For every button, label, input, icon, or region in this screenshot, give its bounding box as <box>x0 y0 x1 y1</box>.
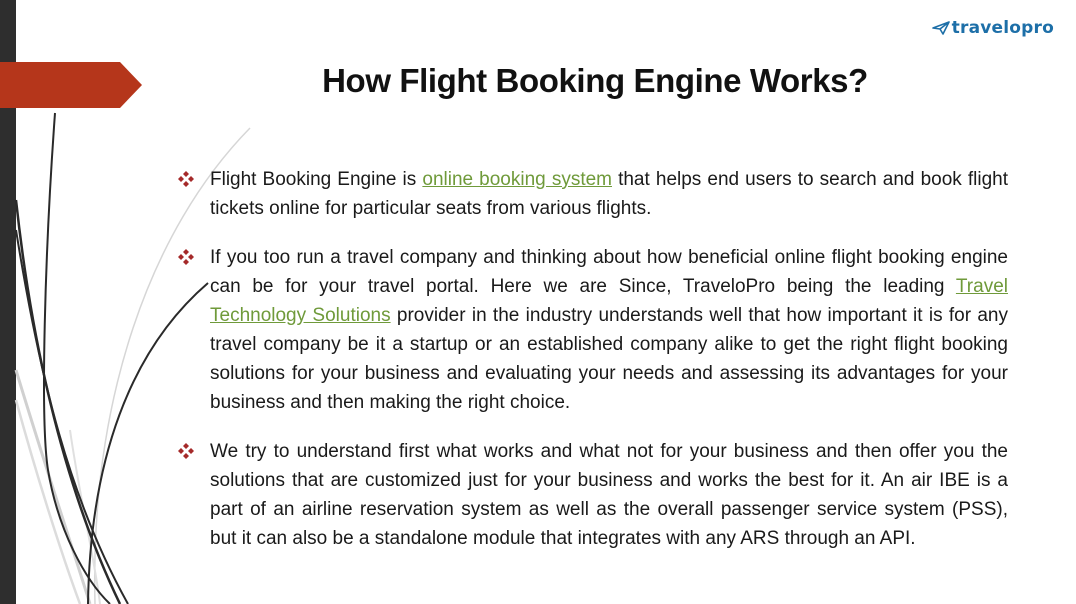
online-booking-system-link[interactable]: online booking system <box>422 169 612 190</box>
bullet-item-3: We try to understand first what works an… <box>178 437 1008 553</box>
diamond-bullet-icon <box>178 171 194 187</box>
travelopro-logo: travelopro <box>931 16 1054 40</box>
curve-light-2 <box>14 369 92 604</box>
curve-dark-3 <box>15 229 129 604</box>
title-accent-banner <box>0 62 142 108</box>
slide: travelopro How Flight Booking Engine Wor… <box>0 0 1076 604</box>
diamond-bullet-icon <box>178 249 194 265</box>
bullet-text: Flight Booking Engine is <box>210 169 423 190</box>
bullet-item-2: If you too run a travel company and thin… <box>178 243 1008 417</box>
curve-dark-1 <box>43 112 111 604</box>
slide-title: How Flight Booking Engine Works? <box>322 62 868 99</box>
bullet-item-1: Flight Booking Engine is online booking … <box>178 165 1008 223</box>
diamond-bullet-icon <box>178 443 194 459</box>
bullet-text: We try to understand first what works an… <box>210 441 1008 549</box>
curve-light-4 <box>69 429 101 604</box>
bullet-text: If you too run a travel company and thin… <box>210 247 1008 297</box>
logo-text: travelopro <box>951 18 1054 38</box>
curve-dark-2 <box>14 199 122 604</box>
bullet-list: Flight Booking Engine is online booking … <box>178 165 1008 573</box>
curve-light-3 <box>14 399 82 604</box>
paper-plane-icon <box>931 21 950 35</box>
